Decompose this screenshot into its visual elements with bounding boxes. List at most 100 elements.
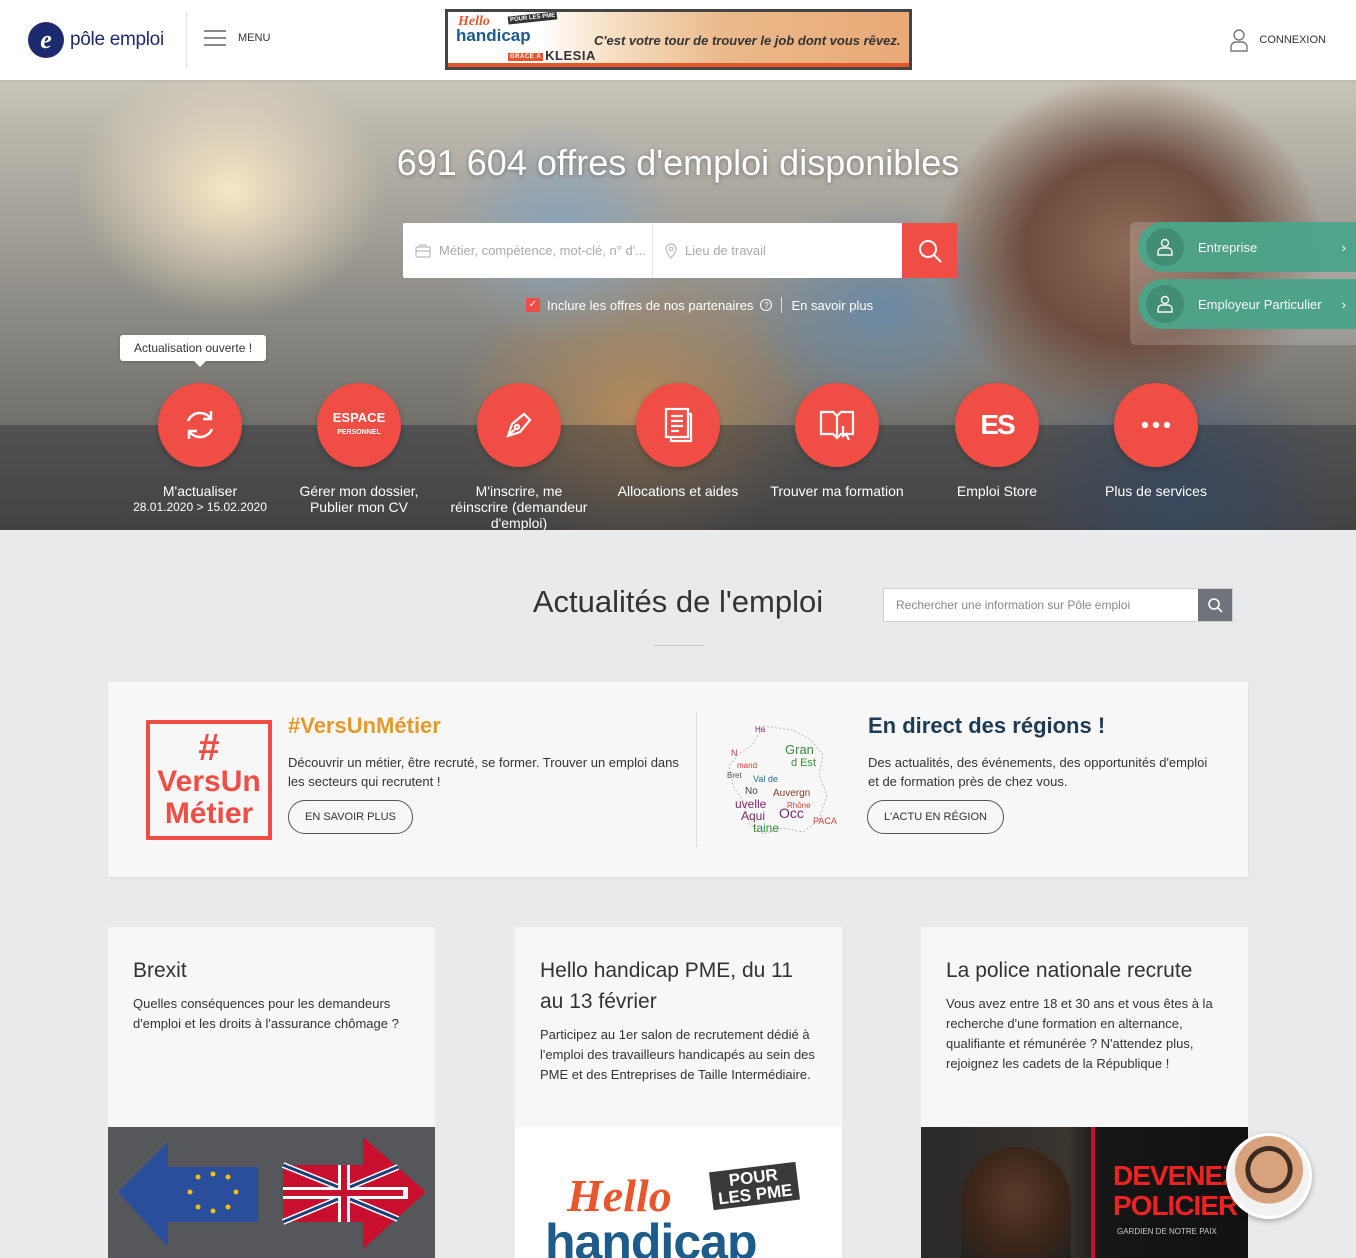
personnel-icon-text: PERSONNEL xyxy=(337,428,381,436)
menu-label: MENU xyxy=(238,32,271,44)
service-more[interactable]: Plus de services xyxy=(1086,383,1226,499)
brexit-arrows-image xyxy=(108,1127,435,1258)
news-card-hello-handicap[interactable]: Hello handicap PME, du 11 au 13 février … xyxy=(515,927,842,1258)
title-underline xyxy=(654,645,704,646)
info-search-input[interactable]: Rechercher une information sur Pôle empl… xyxy=(884,589,1198,621)
chevron-right-icon: › xyxy=(1341,239,1346,255)
banner-accent-bar xyxy=(448,63,909,67)
service-label: Gérer mon dossier, Publier mon CV xyxy=(299,483,419,515)
news-card-police[interactable]: La police nationale recrute Vous avez en… xyxy=(921,927,1248,1258)
svg-text:N: N xyxy=(731,748,738,758)
espace-icon-text: ESPACE xyxy=(332,409,386,425)
banner-sponsor-name: KLESIA xyxy=(545,48,596,63)
card-image-line-1: DEVENEZ xyxy=(1113,1160,1239,1191)
info-search-bar: Rechercher une information sur Pôle empl… xyxy=(883,588,1233,622)
job-keyword-placeholder: Métier, compétence, mot-clé, n° d'... xyxy=(439,243,647,258)
service-label: M'actualiser xyxy=(162,483,238,499)
job-offers-count-title: 691 604 offres d'emploi disponibles xyxy=(396,142,960,183)
banner-sponsor: GRÂCE À KLESIA xyxy=(508,48,596,63)
help-icon[interactable]: ? xyxy=(760,299,773,311)
update-period: 28.01.2020 > 15.02.2020 xyxy=(133,500,267,514)
svg-text:Ha: Ha xyxy=(755,725,766,734)
service-label: Trouver ma formation xyxy=(770,483,904,499)
svg-text:mand: mand xyxy=(737,761,757,770)
card-image-person xyxy=(961,1147,1071,1258)
featured-news-panel: # VersUn Métier #VersUnMétier Découvrir … xyxy=(108,682,1248,877)
regions-news-button[interactable]: L'ACTU EN RÉGION xyxy=(867,800,1004,834)
header-divider xyxy=(186,12,187,68)
versunmetier-title: #VersUnMétier xyxy=(288,713,441,738)
location-input[interactable]: Lieu de travail xyxy=(653,223,902,278)
card-image-line-2: POLICIER xyxy=(1113,1190,1238,1221)
service-allowances[interactable]: Allocations et aides xyxy=(608,383,748,499)
police-recruitment-image: DEVENEZ POLICIER GARDIEN DE NOTRE PAIX xyxy=(921,1127,1248,1258)
svg-text:No: No xyxy=(745,786,758,797)
chat-assistant-avatar[interactable] xyxy=(1226,1133,1312,1219)
hello-handicap-image: Hello POUR LES PME handicap xyxy=(515,1127,842,1258)
card-title: La police nationale recrute xyxy=(946,959,1193,982)
svg-text:d Est: d Est xyxy=(791,757,816,769)
learn-more-link[interactable]: En savoir plus xyxy=(791,298,873,313)
site-header: e pôle emploi MENU Hello handicap POUR L… xyxy=(0,0,1356,80)
search-icon xyxy=(918,239,942,263)
service-update[interactable]: M'actualiser 28.01.2020 > 15.02.2020 xyxy=(130,383,270,515)
service-label: Allocations et aides xyxy=(617,483,739,499)
user-icon xyxy=(1230,29,1249,52)
card-title: Hello handicap PME, du 11 au 13 février xyxy=(540,959,793,1013)
search-button[interactable] xyxy=(902,223,957,278)
versunmetier-text: Découvrir un métier, être recruté, se fo… xyxy=(288,755,679,789)
company-user-icon xyxy=(1146,228,1184,266)
partners-checkbox[interactable]: ✓ xyxy=(526,298,540,312)
side-link-label: Entreprise xyxy=(1198,239,1258,255)
side-link-employeur-particulier[interactable]: Employeur Particulier › xyxy=(1138,279,1356,329)
svg-text:Rhône: Rhône xyxy=(787,801,811,810)
service-label: Plus de services xyxy=(1105,483,1207,499)
card-image-headline: DEVENEZ POLICIER xyxy=(1113,1160,1239,1221)
card-image-stripe xyxy=(1091,1127,1095,1258)
service-personal-space[interactable]: ESPACE PERSONNEL Gérer mon dossier, Publi… xyxy=(289,383,429,515)
card-text: Participez au 1er salon de recrutement d… xyxy=(540,1027,815,1082)
refresh-icon xyxy=(158,383,242,467)
emploi-store-icon: ES xyxy=(955,383,1039,467)
hamburger-icon xyxy=(204,30,226,46)
pen-icon xyxy=(477,383,561,467)
service-training[interactable]: Trouver ma formation xyxy=(767,383,907,499)
update-open-tooltip: Actualisation ouverte ! xyxy=(120,335,267,367)
side-link-label: Employeur Particulier xyxy=(1198,296,1322,312)
service-register[interactable]: M'inscrire, me réinscrire (demandeur d'e… xyxy=(449,383,589,530)
job-keyword-input[interactable]: Métier, compétence, mot-clé, n° d'... xyxy=(403,223,653,278)
svg-text:PACA: PACA xyxy=(813,816,837,826)
card-image-handicap: handicap xyxy=(545,1214,757,1258)
hello-handicap-banner[interactable]: Hello handicap POUR LES PME GRÂCE À KLESI… xyxy=(445,9,912,70)
hero-section: 691 604 offres d'emploi disponibles Méti… xyxy=(0,80,1356,530)
regions-text: Des actualités, des événements, des oppo… xyxy=(868,755,1208,789)
location-pin-icon xyxy=(665,242,677,259)
service-emploi-store[interactable]: ES Emploi Store xyxy=(927,383,1067,499)
news-card-brexit[interactable]: Brexit Quelles conséquences pour les dem… xyxy=(108,927,435,1258)
versunmetier-logo: # VersUn Métier xyxy=(146,720,272,840)
login-button[interactable]: CONNEXION xyxy=(1229,28,1326,52)
info-search-button[interactable] xyxy=(1198,589,1232,621)
divider xyxy=(781,297,783,313)
chevron-right-icon: › xyxy=(1341,296,1346,312)
svg-text:Bret: Bret xyxy=(727,771,742,780)
banner-sponsor-prefix: GRÂCE À xyxy=(508,52,544,61)
logo-line-1: VersUn xyxy=(157,765,261,798)
document-icon xyxy=(636,383,720,467)
side-link-entreprise[interactable]: Entreprise › xyxy=(1138,222,1356,272)
emploi-store-icon-text: ES xyxy=(980,409,1015,440)
card-text: Vous avez entre 18 et 30 ans et vous ête… xyxy=(946,996,1213,1071)
france-regions-map-icon: Ha Gran d Est N mand Bret Val de No Auve… xyxy=(727,725,837,835)
menu-button[interactable]: MENU xyxy=(204,30,270,46)
svg-text:Auvergn: Auvergn xyxy=(773,788,810,799)
more-icon xyxy=(1114,383,1198,467)
logo-text: pôle emploi xyxy=(70,29,164,50)
login-label: CONNEXION xyxy=(1259,34,1326,46)
versunmetier-learn-more-button[interactable]: EN SAVOIR PLUS xyxy=(288,800,413,834)
logo-hash: # xyxy=(198,727,220,769)
pole-emploi-logo[interactable]: e pôle emploi xyxy=(28,22,164,58)
service-label: Emploi Store xyxy=(956,483,1038,499)
partners-filter: ✓ Inclure les offres de nos partenaires … xyxy=(526,297,873,313)
svg-text:Val de: Val de xyxy=(753,774,778,784)
espace-personnel-icon: ESPACE PERSONNEL xyxy=(317,383,401,467)
